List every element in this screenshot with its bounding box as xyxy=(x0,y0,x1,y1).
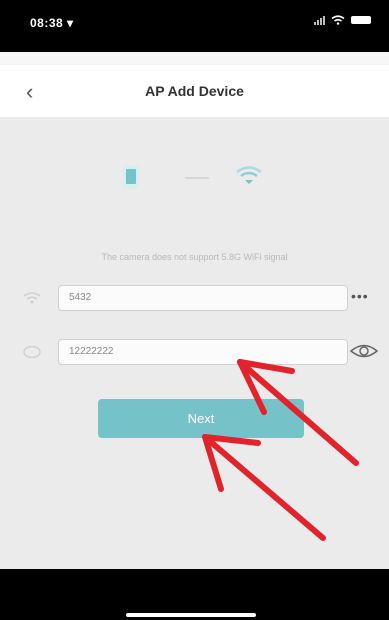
password-input[interactable]: 12222222 xyxy=(58,339,348,365)
status-icons xyxy=(314,15,371,25)
phone-icon xyxy=(123,165,139,189)
status-gap xyxy=(0,52,389,65)
home-indicator[interactable] xyxy=(126,613,256,617)
content-area: The camera does not support 5.8G WiFi si… xyxy=(0,117,389,569)
eye-icon[interactable] xyxy=(349,341,379,361)
status-time: 08:38 ▾ xyxy=(30,16,74,30)
nav-bar: ‹ AP Add Device xyxy=(0,65,389,117)
status-bar: 08:38 ▾ xyxy=(0,0,389,52)
ssid-input[interactable]: 5432 xyxy=(58,285,348,311)
more-icon[interactable]: ••• xyxy=(351,288,369,304)
connection-illustration xyxy=(123,165,262,189)
wifi-status-icon xyxy=(331,15,345,25)
next-button[interactable]: Next xyxy=(98,399,304,438)
battery-icon xyxy=(351,16,371,24)
wifi-icon xyxy=(23,292,41,304)
bottom-bar xyxy=(0,569,389,620)
lock-icon xyxy=(23,345,41,359)
cell-signal-icon xyxy=(314,15,325,25)
password-row: 12222222 xyxy=(18,337,388,367)
wifi-notice: The camera does not support 5.8G WiFi si… xyxy=(101,252,288,262)
wifi-icon xyxy=(236,166,262,184)
ssid-row: 5432 ••• xyxy=(18,283,388,313)
screen: 08:38 ▾ ‹ AP Add Device The camera does … xyxy=(0,0,389,620)
page-title: AP Add Device xyxy=(145,83,244,99)
